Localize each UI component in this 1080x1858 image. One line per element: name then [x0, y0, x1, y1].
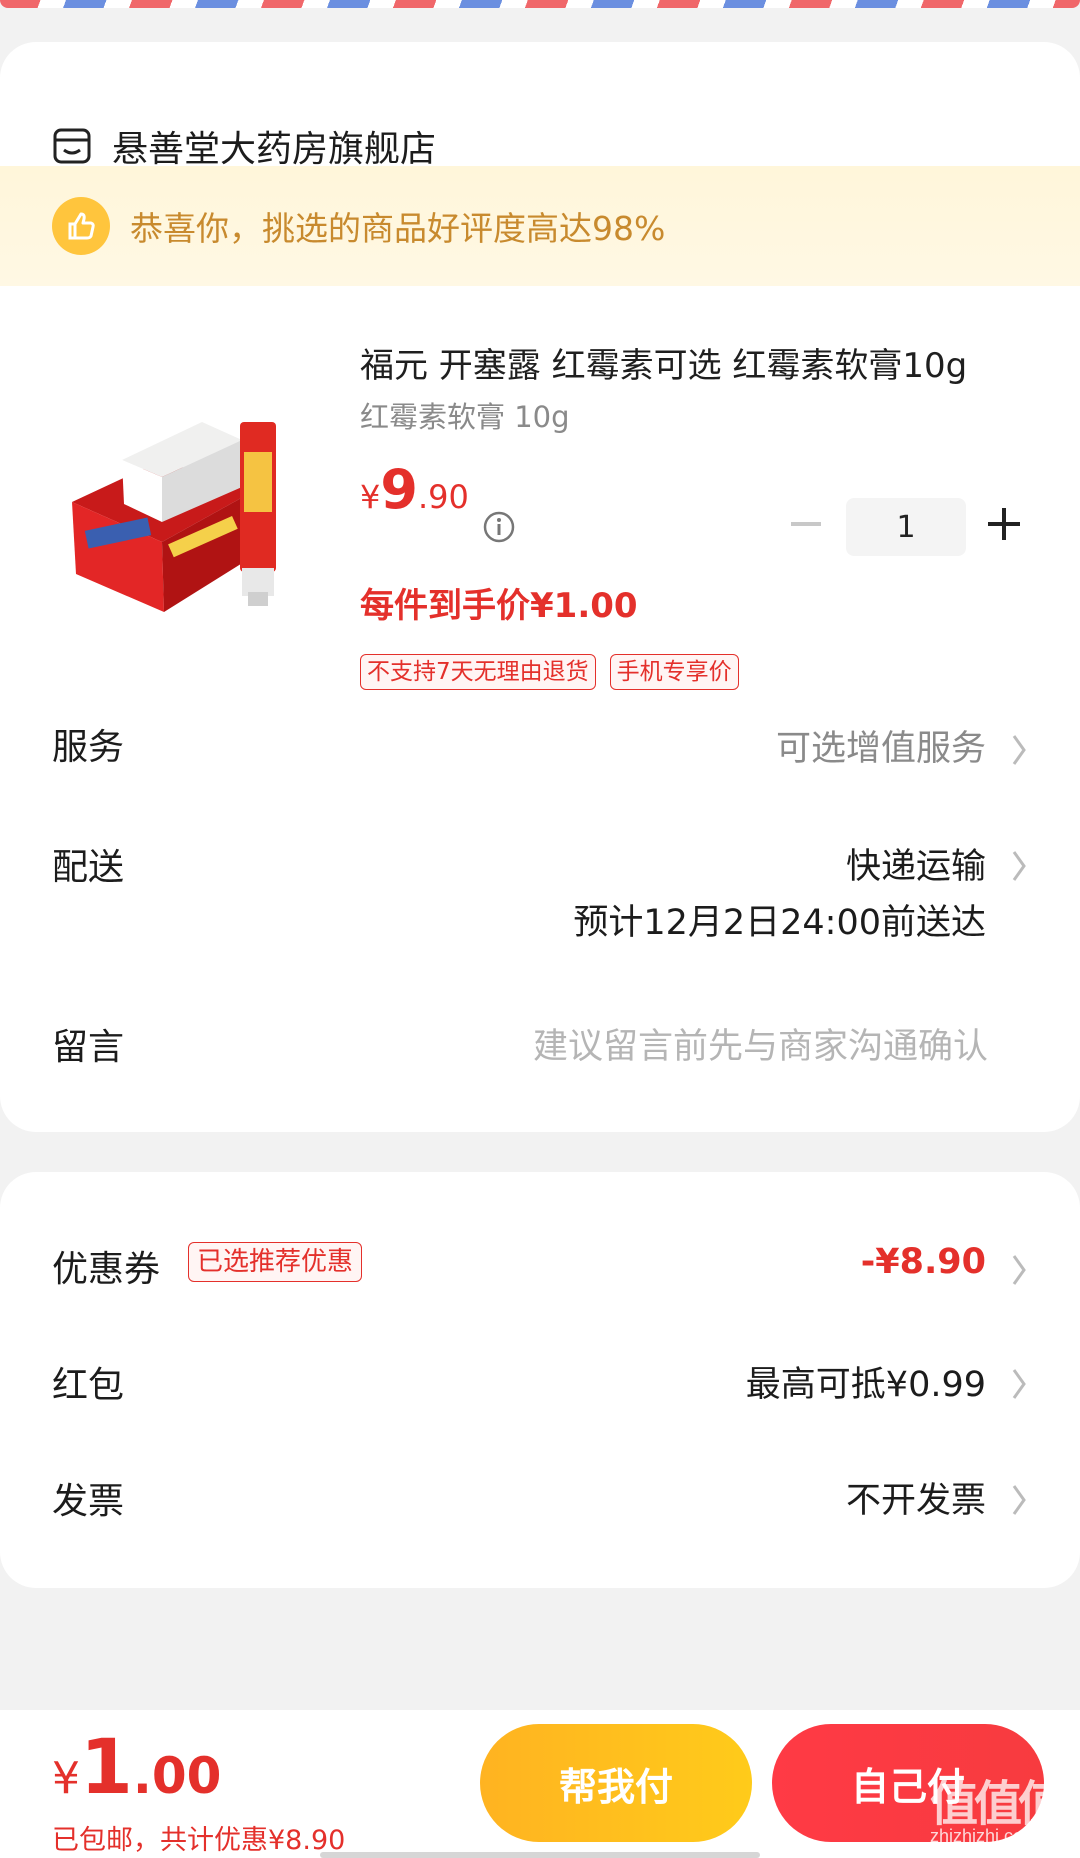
chevron-right-icon	[1012, 1255, 1026, 1285]
info-icon[interactable]	[482, 510, 516, 544]
tag-no-return: 不支持7天无理由退货	[360, 654, 596, 690]
help-pay-button[interactable]: 帮我付	[480, 1724, 752, 1842]
product-title[interactable]: 福元 开塞露 红霉素可选 红霉素软膏10g	[360, 338, 1020, 387]
total-currency: ¥	[52, 1753, 80, 1804]
rating-text: 恭喜你，挑选的商品好评度高达98%	[130, 209, 666, 248]
quantity-decrease-button[interactable]	[786, 504, 826, 544]
quantity-input[interactable]: 1	[846, 498, 966, 556]
chevron-right-icon	[1012, 1485, 1026, 1515]
watermark-text: zhizhizhi.com	[930, 1826, 1039, 1846]
chevron-right-icon	[1012, 851, 1026, 881]
service-label: 服务	[52, 727, 125, 768]
discount-card: 优惠券 已选推荐优惠 -¥8.90 红包 最高可抵¥0.99 发票 不开发票	[0, 1172, 1080, 1588]
invoice-label: 发票	[52, 1481, 125, 1522]
product-tags: 不支持7天无理由退货 手机专享价	[360, 654, 739, 690]
total-decimal: .00	[132, 1747, 222, 1805]
airmail-border	[0, 0, 1080, 8]
minus-icon	[791, 522, 821, 526]
plus-icon	[988, 508, 1020, 540]
net-price: 每件到手价¥1.00	[360, 586, 638, 626]
home-indicator	[320, 1852, 760, 1858]
product-spec[interactable]: 红霉素软膏 10g	[360, 394, 570, 436]
invoice-value[interactable]: 不开发票	[846, 1472, 986, 1523]
product-price: ¥ 9 .90	[360, 458, 469, 521]
quantity-increase-button[interactable]	[984, 504, 1024, 544]
coupon-tag: 已选推荐优惠	[188, 1242, 363, 1282]
price-decimal: .90	[417, 478, 469, 516]
price-currency: ¥	[360, 478, 381, 516]
total-note: 已包邮，共计优惠¥8.90	[52, 1825, 346, 1856]
coupon-value[interactable]: -¥8.90	[861, 1242, 986, 1282]
message-label: 留言	[52, 1027, 125, 1068]
thumbs-up-icon	[52, 197, 110, 255]
chevron-right-icon	[1012, 1369, 1026, 1399]
service-value[interactable]: 可选增值服务	[776, 720, 986, 771]
tag-mobile-price: 手机专享价	[609, 654, 739, 690]
total-integer: 1	[80, 1722, 133, 1811]
delivery-label: 配送	[52, 847, 125, 888]
delivery-eta: 预计12月2日24:00前送达	[573, 903, 986, 943]
redpacket-label: 红包	[52, 1365, 125, 1406]
total-price: ¥ 1 .00	[52, 1722, 221, 1811]
price-integer: 9	[380, 458, 418, 521]
chevron-right-icon	[1012, 735, 1026, 765]
watermark-logo: 值值值	[930, 1776, 1066, 1832]
order-card: 悬善堂大药房旗舰店 恭喜你，挑选的商品好评度高达98% 福元 开塞露 红霉素可选…	[0, 42, 1080, 1132]
store-icon	[53, 128, 91, 164]
rating-banner: 恭喜你，挑选的商品好评度高达98%	[0, 166, 1080, 286]
message-input[interactable]: 建议留言前先与商家沟通确认	[533, 1018, 988, 1069]
store-name: 悬善堂大药房旗舰店	[112, 129, 437, 170]
coupon-label: 优惠券	[52, 1249, 161, 1290]
product-image[interactable]	[52, 382, 322, 622]
checkout-bar: ¥ 1 .00 已包邮，共计优惠¥8.90 帮我付 自己付	[0, 1710, 1080, 1858]
delivery-method[interactable]: 快递运输	[846, 838, 986, 889]
redpacket-value[interactable]: 最高可抵¥0.99	[746, 1356, 986, 1407]
